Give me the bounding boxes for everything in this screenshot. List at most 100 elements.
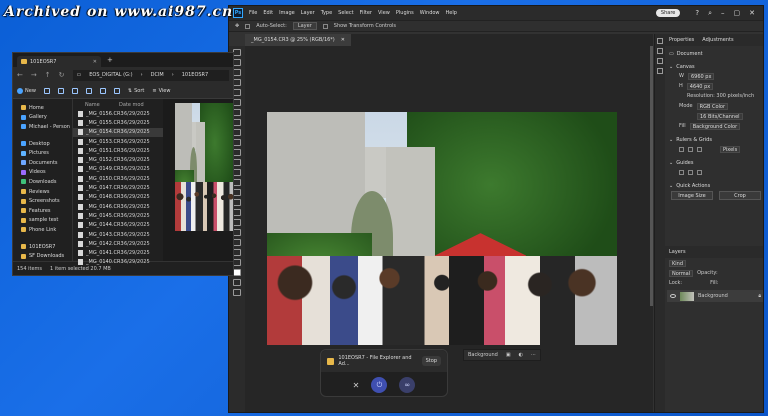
eyedropper-tool[interactable]	[233, 109, 241, 116]
menu-plugins[interactable]: Plugins	[396, 10, 414, 16]
vertical-scrollbar[interactable]	[650, 46, 653, 306]
zoom-tool[interactable]	[233, 249, 241, 256]
share-icon[interactable]	[99, 87, 106, 94]
sort-button[interactable]: ⇅ Sort	[128, 88, 144, 94]
document-tab[interactable]: _MG_0154.CR3 @ 25% (RGB/16*) ✕	[245, 34, 351, 46]
close-document-icon[interactable]: ✕	[341, 37, 345, 43]
object-select-tool[interactable]	[233, 79, 241, 86]
guide-icon[interactable]	[688, 169, 693, 175]
menu-filter[interactable]: Filter	[360, 10, 372, 16]
crop-tool[interactable]	[233, 89, 241, 96]
menu-edit[interactable]: Edit	[263, 10, 273, 16]
sidebar-item[interactable]: Desktop	[13, 139, 72, 149]
history-panel-icon[interactable]	[657, 38, 663, 44]
show-transform-checkbox[interactable]	[322, 23, 328, 29]
hand-tool[interactable]	[233, 239, 241, 246]
file-row[interactable]: _MG_0147.CR3 6/29/2025	[73, 183, 163, 192]
grid-icon[interactable]	[688, 146, 693, 152]
forward-arrow-icon[interactable]: →	[31, 71, 37, 79]
help-icon[interactable]: ?	[695, 9, 699, 17]
menu-window[interactable]: Window	[420, 10, 440, 16]
new-tab-icon[interactable]: +	[107, 56, 113, 64]
dismiss-icon[interactable]: ✕	[353, 381, 360, 390]
pen-tool[interactable]	[233, 199, 241, 206]
mode-dropdown[interactable]: RGB Color	[696, 102, 729, 110]
file-row[interactable]: _MG_0153.CR3 6/29/2025	[73, 137, 163, 146]
clone-stamp-tool[interactable]	[233, 139, 241, 146]
height-field[interactable]: 4640 px	[686, 82, 714, 90]
close-tab-icon[interactable]: ✕	[93, 59, 97, 65]
color-swatches[interactable]	[233, 269, 241, 276]
refresh-icon[interactable]: ↻	[59, 71, 65, 79]
back-arrow-icon[interactable]: ←	[17, 71, 23, 79]
eraser-tool[interactable]	[233, 159, 241, 166]
chevron-down-icon[interactable]: ⌄	[669, 64, 673, 70]
file-row[interactable]: _MG_0145.CR3 6/29/2025	[73, 211, 163, 220]
image-size-button[interactable]: Image Size	[671, 190, 713, 200]
menu-select[interactable]: Select	[338, 10, 353, 16]
file-row[interactable]: _MG_0149.CR3 6/29/2025	[73, 165, 163, 174]
type-tool[interactable]	[233, 209, 241, 216]
file-row[interactable]: _MG_0143.CR3 6/29/2025	[73, 230, 163, 239]
libraries-panel-icon[interactable]	[657, 68, 663, 74]
adjust-icon[interactable]: ◐	[519, 352, 523, 358]
sidebar-item[interactable]: SF Downloads	[13, 251, 72, 261]
sidebar-item[interactable]: Michael - Person	[13, 122, 72, 132]
stop-button[interactable]: Stop	[421, 356, 441, 366]
explorer-tab[interactable]: 101EOSR7 ✕	[17, 56, 101, 67]
sidebar-item[interactable]: Reviews	[13, 187, 72, 197]
shape-tool[interactable]	[233, 229, 241, 236]
image-icon[interactable]: ▣	[506, 352, 511, 358]
move-tool[interactable]	[233, 49, 241, 56]
file-row[interactable]: _MG_0152.CR3 6/29/2025	[73, 155, 163, 164]
color-panel-icon[interactable]	[657, 48, 663, 54]
file-row[interactable]: _MG_0144.CR3 6/29/2025	[73, 221, 163, 230]
file-row[interactable]: _MG_0141.CR3 6/29/2025	[73, 248, 163, 257]
column-name[interactable]: Name	[73, 102, 119, 108]
tab-properties[interactable]: Properties	[669, 37, 694, 43]
chevron-down-icon[interactable]: ⌄	[669, 137, 673, 143]
popup-window-row[interactable]: 101EOSR7 - File Explorer and Ad... Stop	[321, 350, 447, 372]
menu-type[interactable]: Type	[321, 10, 332, 16]
more-tools-icon[interactable]	[233, 259, 241, 266]
healing-tool[interactable]	[233, 119, 241, 126]
canvas-area[interactable]: Background ▣ ◐ ⋯	[245, 46, 653, 412]
path-select-tool[interactable]	[233, 219, 241, 226]
context-layer-label[interactable]: Background	[468, 352, 498, 358]
units-dropdown[interactable]: Pixels	[720, 145, 741, 153]
delete-icon[interactable]	[113, 87, 120, 94]
glasses-icon[interactable]: ∞	[399, 377, 416, 393]
sidebar-item[interactable]: Pictures	[13, 148, 72, 158]
rename-icon[interactable]	[85, 87, 92, 94]
share-button[interactable]: Share	[655, 9, 681, 17]
file-row[interactable]: _MG_0148.CR3 6/29/2025	[73, 193, 163, 202]
gradient-tool[interactable]	[233, 169, 241, 176]
breadcrumb-drive[interactable]: EOS_DIGITAL (G:)	[89, 72, 132, 78]
guides-icon[interactable]	[697, 146, 702, 152]
guide-icon[interactable]	[679, 169, 684, 175]
blur-tool[interactable]	[233, 179, 241, 186]
guide-icon[interactable]	[697, 169, 702, 175]
sidebar-item[interactable]: Downloads	[13, 177, 72, 187]
sidebar-item[interactable]: sample test	[13, 216, 72, 226]
auto-select-checkbox[interactable]	[245, 23, 251, 29]
sidebar-item[interactable]: Documents	[13, 158, 72, 168]
move-tool-icon[interactable]: ✥	[235, 23, 239, 29]
maximize-icon[interactable]: ▢	[734, 9, 741, 17]
file-row[interactable]: _MG_0151.CR3 6/29/2025	[73, 146, 163, 155]
sidebar-item[interactable]: Features	[13, 206, 72, 216]
layer-row-background[interactable]: Background 🔒︎	[667, 290, 763, 302]
frame-tool[interactable]	[233, 99, 241, 106]
crop-button[interactable]: Crop	[719, 190, 761, 200]
sidebar-item[interactable]: Gallery	[13, 113, 72, 123]
screen-mode-icon[interactable]	[233, 289, 241, 296]
column-date[interactable]: Date mod	[119, 102, 144, 108]
tab-layers[interactable]: Layers	[669, 249, 686, 255]
marquee-tool[interactable]	[233, 59, 241, 66]
up-arrow-icon[interactable]: ↑	[45, 71, 51, 79]
breadcrumb[interactable]: ▭ EOS_DIGITAL (G:) › DCIM › 101EOSR7	[72, 69, 229, 81]
cut-icon[interactable]	[43, 87, 50, 94]
file-row[interactable]: _MG_0154.CR3 6/29/2025	[73, 127, 163, 137]
chevron-down-icon[interactable]: ⌄	[669, 183, 673, 189]
file-row[interactable]: _MG_0150.CR3 6/29/2025	[73, 174, 163, 183]
